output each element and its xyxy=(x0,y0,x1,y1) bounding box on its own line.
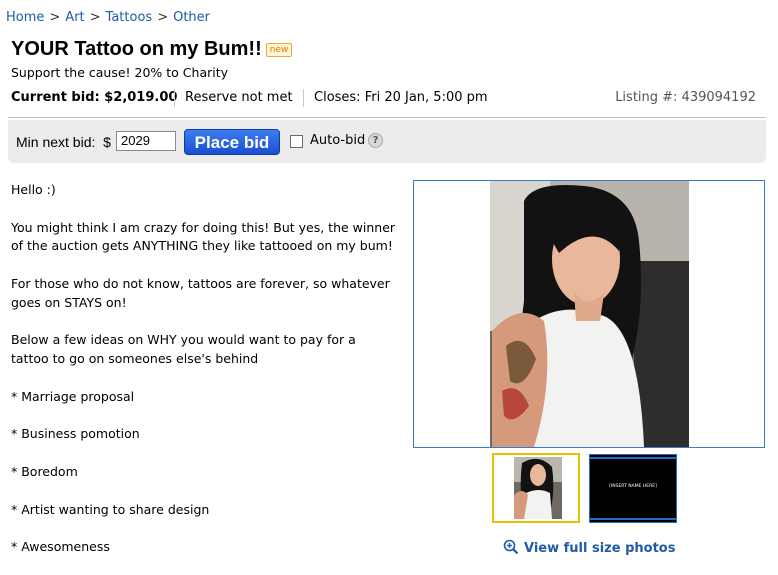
currency-symbol: $ xyxy=(103,134,111,150)
help-icon[interactable]: ? xyxy=(368,133,383,148)
photo-thumbnail-selected[interactable] xyxy=(492,453,580,523)
listing-title: YOUR Tattoo on my Bum!! xyxy=(11,38,262,60)
divider xyxy=(303,89,304,107)
description-list-item: * Business pomotion xyxy=(11,426,140,442)
description-paragraph: For those who do not know, tattoos are f… xyxy=(11,275,390,310)
thumbnail-border xyxy=(590,457,676,459)
main-photo-frame[interactable] xyxy=(413,180,765,448)
description-paragraph: Hello :) xyxy=(11,182,56,197)
auto-bid-checkbox[interactable] xyxy=(290,135,303,148)
closing-time: Closes: Fri 20 Jan, 5:00 pm xyxy=(314,90,488,105)
breadcrumb-separator: > xyxy=(157,10,169,25)
description-list-item: * Marriage proposal xyxy=(11,388,135,404)
bid-info-row: Current bid: $2,019.00 Reserve not met C… xyxy=(11,89,766,108)
zoom-icon xyxy=(503,539,519,559)
view-full-size-link[interactable]: View full size photos xyxy=(503,539,675,559)
thumbnail-caption: [INSERT NAME HERE] xyxy=(609,484,657,489)
breadcrumb-other-link[interactable]: Other xyxy=(173,10,210,25)
thumbnail-border xyxy=(590,518,676,520)
divider xyxy=(8,117,766,118)
breadcrumb-separator: > xyxy=(89,10,101,25)
description-list-item: * Boredom xyxy=(11,463,78,479)
photo-thumbnail[interactable]: [INSERT NAME HERE] xyxy=(589,454,677,523)
current-bid: Current bid: $2,019.00 xyxy=(11,90,178,105)
auto-bid-label[interactable]: Auto-bid xyxy=(310,133,365,148)
breadcrumb-home-link[interactable]: Home xyxy=(6,10,44,25)
place-bid-button[interactable]: Place bid xyxy=(184,129,280,155)
bid-amount-input[interactable]: 2029 xyxy=(116,131,176,151)
min-next-bid-label: Min next bid: $ xyxy=(16,134,111,150)
divider xyxy=(174,89,175,107)
description-paragraph: Below a few ideas on WHY you would want … xyxy=(11,332,356,367)
breadcrumb: Home > Art > Tattoos > Other xyxy=(6,10,210,25)
breadcrumb-separator: > xyxy=(49,10,61,25)
description-list-item: * Awesomeness xyxy=(11,539,110,555)
view-full-size-label[interactable]: View full size photos xyxy=(524,541,675,556)
breadcrumb-art-link[interactable]: Art xyxy=(65,10,84,25)
breadcrumb-tattoos-link[interactable]: Tattoos xyxy=(106,10,153,25)
main-photo[interactable] xyxy=(414,181,764,447)
listing-number: Listing #: 439094192 xyxy=(615,90,756,105)
reserve-status: Reserve not met xyxy=(185,90,293,105)
description-list-item: * Artist wanting to share design xyxy=(11,501,210,517)
description-paragraph: You might think I am crazy for doing thi… xyxy=(11,219,396,254)
listing-subtitle: Support the cause! 20% to Charity xyxy=(11,65,229,80)
new-badge: new xyxy=(265,43,293,57)
bid-bar: Min next bid: $ 2029 Place bid Auto-bid … xyxy=(8,120,766,163)
min-next-bid-text: Min next bid: xyxy=(16,134,96,150)
listing-description: Hello :) You might think I am crazy for … xyxy=(11,181,396,557)
listing-title-row: YOUR Tattoo on my Bum!! new xyxy=(11,38,293,61)
thumbnail-image[interactable] xyxy=(494,455,578,521)
